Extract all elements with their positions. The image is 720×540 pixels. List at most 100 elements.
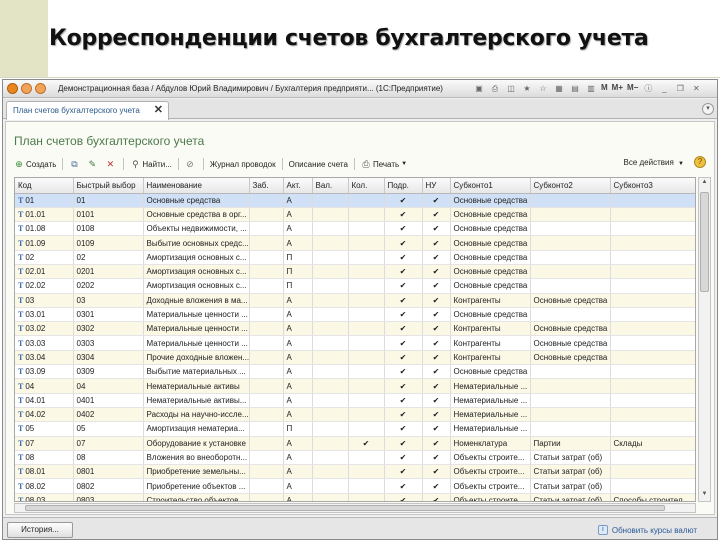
- cell-s2: [530, 393, 611, 408]
- delete-button[interactable]: ✕: [105, 159, 117, 169]
- tabs-menu-icon[interactable]: ▾: [702, 103, 714, 115]
- table-row[interactable]: T 03.02 0302 Материальные ценности ... А ✔ ✔ Ко…: [15, 321, 695, 337]
- cell-podr: ✔: [384, 293, 423, 308]
- cell-s2: Статьи затрат (об): [530, 464, 611, 480]
- cell-s1: Нематериальные ...: [450, 407, 531, 423]
- table-row[interactable]: T 01.01 0101 Основные средства в орг... А ✔ ✔ О…: [15, 207, 695, 223]
- print-icon[interactable]: ⎙: [489, 83, 501, 95]
- app-menu-icon[interactable]: [7, 83, 18, 94]
- help-icon[interactable]: ?: [694, 156, 706, 168]
- cell-name: Выбытие основных средс...: [143, 235, 250, 251]
- column-header[interactable]: НУ: [422, 178, 451, 194]
- memory-button[interactable]: M: [601, 83, 608, 95]
- tab-label: План счетов бухгалтерского учета: [13, 106, 140, 115]
- close-icon[interactable]: ✕: [690, 83, 702, 95]
- cell-code: T 01.01: [15, 207, 74, 223]
- save-icon[interactable]: ▣: [473, 83, 485, 95]
- table-row[interactable]: T 01.08 0108 Объекты недвижимости, ... А ✔ ✔ Ос…: [15, 221, 695, 237]
- cell-zab: [249, 335, 284, 351]
- column-header[interactable]: Акт.: [283, 178, 313, 194]
- journal-button[interactable]: Журнал проводок: [210, 160, 276, 169]
- cell-quick: 0803: [73, 493, 144, 501]
- column-header[interactable]: Наименование: [143, 178, 250, 194]
- tab-close-icon[interactable]: ✕: [154, 103, 163, 116]
- scroll-thumb[interactable]: [700, 192, 709, 292]
- memory-add-button[interactable]: M+: [612, 83, 623, 95]
- table-row[interactable]: T 04 04 Нематериальные активы А ✔ ✔ Нематериаль…: [15, 378, 695, 394]
- cell-s1: Основные средства: [450, 221, 531, 237]
- table-row[interactable]: T 04.01 0401 Нематериальные активы... А ✔ ✔ Нем…: [15, 393, 695, 408]
- app-window: Демонстрационная база / Абдулов Юрий Вла…: [2, 79, 718, 540]
- table-row[interactable]: T 04.02 0402 Расходы на научно-иссле... А ✔ ✔ Н…: [15, 407, 695, 423]
- column-header[interactable]: Код: [15, 178, 74, 194]
- info-menu-icon[interactable]: ⓘ: [642, 83, 654, 95]
- cell-s3: [610, 478, 695, 494]
- column-header[interactable]: Субконто3: [610, 178, 695, 194]
- cell-name: Приобретение земельны...: [143, 464, 250, 480]
- cancel-search-button[interactable]: ⊘: [185, 159, 197, 169]
- cell-nu: ✔: [422, 321, 451, 337]
- table-row[interactable]: T 02.02 0202 Амортизация основных с... П ✔ ✔ Ос…: [15, 278, 695, 294]
- table-icon[interactable]: ▥: [585, 83, 597, 95]
- hscroll-thumb[interactable]: [25, 505, 665, 511]
- restore-icon[interactable]: ❐: [674, 83, 686, 95]
- table-row[interactable]: T 01 01 Основные средства А ✔ ✔ Основные средст…: [15, 193, 695, 208]
- preview-icon[interactable]: ◫: [505, 83, 517, 95]
- history-icon[interactable]: ☆: [537, 83, 549, 95]
- column-header[interactable]: Субконто1: [450, 178, 531, 194]
- cell-s3: [610, 335, 695, 351]
- table-row[interactable]: T 02 02 Амортизация основных с... П ✔ ✔ Основны…: [15, 250, 695, 265]
- table-row[interactable]: T 03.04 0304 Прочие доходные вложен... А ✔ ✔ Ко…: [15, 350, 695, 366]
- table-row[interactable]: T 08.03 0803 Строительство объектов... А ✔ ✔ Об…: [15, 493, 695, 501]
- forward-icon[interactable]: [35, 83, 46, 94]
- column-header[interactable]: Быстрый выбор: [73, 178, 144, 194]
- scroll-up-icon[interactable]: ▲: [700, 179, 709, 188]
- table-row[interactable]: T 02.01 0201 Амортизация основных с... П ✔ ✔ Ос…: [15, 264, 695, 280]
- history-button[interactable]: История...: [7, 522, 73, 538]
- cell-podr: ✔: [384, 321, 423, 337]
- table-row[interactable]: T 05 05 Амортизация нематериа... П ✔ ✔ Нематери…: [15, 421, 695, 437]
- horizontal-scrollbar[interactable]: [14, 503, 696, 513]
- update-rates-link[interactable]: i Обновить курсы валют: [597, 525, 697, 535]
- copy-button[interactable]: ⧉: [69, 159, 81, 169]
- back-icon[interactable]: [21, 83, 32, 94]
- column-header[interactable]: Вал.: [312, 178, 349, 194]
- table-row[interactable]: T 03.01 0301 Материальные ценности ... А ✔ ✔ Ос…: [15, 307, 695, 323]
- cell-akt: А: [283, 464, 313, 480]
- cell-kol: [348, 450, 385, 466]
- minimize-icon[interactable]: _: [658, 83, 670, 95]
- memory-subtract-button[interactable]: M−: [627, 83, 638, 95]
- table-row[interactable]: T 08.02 0802 Приобретение объектов ... А ✔ ✔ Об…: [15, 478, 695, 494]
- column-header[interactable]: Заб.: [249, 178, 284, 194]
- table-row[interactable]: T 03.09 0309 Выбытие материальных ... А ✔ ✔ Осн…: [15, 364, 695, 380]
- table-row[interactable]: T 01.09 0109 Выбытие основных средс... А ✔ ✔ Ос…: [15, 235, 695, 251]
- calendar-icon[interactable]: ▦: [553, 83, 565, 95]
- cell-kol: [348, 221, 385, 237]
- create-button[interactable]: ⊕ Создать: [14, 159, 56, 169]
- column-header[interactable]: Подр.: [384, 178, 423, 194]
- table-row[interactable]: T 03 03 Доходные вложения в ма... А ✔ ✔ Контраг…: [15, 293, 695, 308]
- cell-nu: ✔: [422, 293, 451, 308]
- table-row[interactable]: T 07 07 Оборудование к установке А ✔ ✔ ✔ Номенкл…: [15, 436, 695, 451]
- all-actions-button[interactable]: Все действия ▼: [624, 158, 685, 167]
- cell-code: T 01: [15, 193, 74, 208]
- table-row[interactable]: T 08.01 0801 Приобретение земельны... А ✔ ✔ Объ…: [15, 464, 695, 480]
- table-row[interactable]: T 08 08 Вложения во внеоборотн... А ✔ ✔ Объекты…: [15, 450, 695, 466]
- print-label: Печать: [372, 159, 400, 169]
- description-button[interactable]: Описание счета: [289, 160, 348, 169]
- calculator-icon[interactable]: ▤: [569, 83, 581, 95]
- column-header[interactable]: Субконто2: [530, 178, 611, 194]
- vertical-scrollbar[interactable]: ▲ ▼: [698, 177, 711, 502]
- scroll-down-icon[interactable]: ▼: [700, 491, 709, 500]
- print-button[interactable]: ⎙ Печать ▼: [361, 159, 407, 169]
- favorites-icon[interactable]: ★: [521, 83, 533, 95]
- cell-s2: Партии: [530, 436, 611, 451]
- table-row[interactable]: T 03.03 0303 Материальные ценности ... А ✔ ✔ Ко…: [15, 335, 695, 351]
- tab-chart-of-accounts[interactable]: План счетов бухгалтерского учета ✕: [6, 101, 169, 120]
- cell-podr: ✔: [384, 221, 423, 237]
- find-button[interactable]: ⚲ Найти...: [130, 159, 172, 169]
- account-icon: T: [18, 381, 24, 391]
- column-header[interactable]: Кол.: [348, 178, 385, 194]
- edit-button[interactable]: ✎: [87, 159, 99, 169]
- cell-s2: [530, 221, 611, 237]
